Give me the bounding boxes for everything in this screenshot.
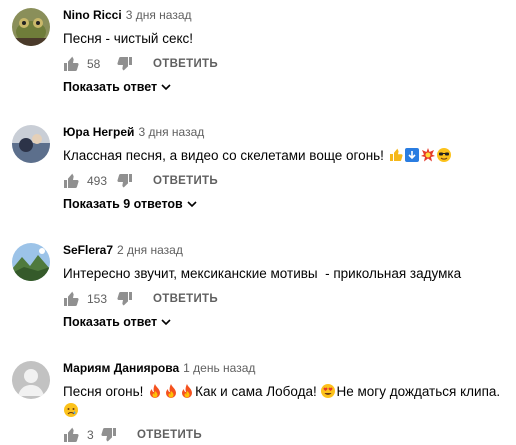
comment-toolbar: 153 ОТВЕТИТЬ <box>63 289 218 309</box>
comment-text-part: Как и сама Лобода! <box>195 384 317 399</box>
comment-text: Песня - чистый секс! <box>63 31 194 46</box>
chevron-down-icon <box>161 84 171 91</box>
thumbs-up-emoji-icon <box>389 148 403 161</box>
author-name[interactable]: Мариям Даниярова <box>63 361 179 375</box>
comment-text-part: Песня огонь! <box>63 384 144 399</box>
frog-avatar[interactable] <box>12 8 50 46</box>
author-name[interactable]: Nino Ricci <box>63 8 122 22</box>
comment-toolbar: 493 ОТВЕТИТЬ <box>63 171 218 191</box>
sunglasses-face-icon <box>436 148 451 162</box>
comment-time[interactable]: 2 дня назад <box>117 243 183 257</box>
reply-button[interactable]: ОТВЕТИТЬ <box>153 175 218 187</box>
comment-time[interactable]: 3 дня назад <box>126 8 192 22</box>
like-count: 493 <box>87 174 108 188</box>
thumbs-up-icon[interactable] <box>63 291 79 307</box>
author-name[interactable]: SeFlera7 <box>63 243 113 257</box>
fire-icon <box>182 384 193 398</box>
sad-face-icon <box>64 403 78 417</box>
thumbs-up-icon[interactable] <box>63 427 79 443</box>
comment-text-part: Не могу дождаться клипа. <box>336 384 501 399</box>
author-name[interactable]: Юра Негрей <box>63 125 134 139</box>
show-replies-button[interactable]: Показать ответ <box>63 80 172 94</box>
show-replies-label: Показать ответ <box>63 80 158 94</box>
thumbs-up-icon[interactable] <box>63 56 79 72</box>
blue-arrow-square-icon <box>404 148 419 162</box>
comment-toolbar: 58 ОТВЕТИТЬ <box>63 54 218 74</box>
reply-button[interactable]: ОТВЕТИТЬ <box>153 293 218 305</box>
landscape-avatar[interactable] <box>12 243 50 281</box>
show-replies-label: Показать ответ <box>63 315 158 329</box>
like-count: 3 <box>87 428 94 442</box>
collision-icon <box>420 148 435 162</box>
reply-button[interactable]: ОТВЕТИТЬ <box>137 429 202 441</box>
thumbs-down-icon[interactable] <box>101 427 117 443</box>
show-replies-label: Показать 9 ответов <box>63 197 183 211</box>
thumbs-down-icon[interactable] <box>117 173 133 189</box>
chevron-down-icon <box>161 319 171 326</box>
comment-text: Классная песня, а видео со скелетами вощ… <box>63 146 510 165</box>
default-user-avatar[interactable] <box>12 361 50 399</box>
thumbs-down-icon[interactable] <box>117 56 133 72</box>
fire-icon <box>166 384 177 398</box>
like-count: 153 <box>87 292 108 306</box>
comment-toolbar: 3 ОТВЕТИТЬ <box>63 425 202 445</box>
comment-time[interactable]: 3 дня назад <box>138 125 204 139</box>
comment-time[interactable]: 1 день назад <box>183 361 255 375</box>
like-count: 58 <box>87 57 101 71</box>
comment-text: Песня огонь! Как и сама Лобода! Не могу … <box>63 382 510 420</box>
reply-button[interactable]: ОТВЕТИТЬ <box>153 58 218 70</box>
thumbs-up-icon[interactable] <box>63 173 79 189</box>
thumbs-down-icon[interactable] <box>117 291 133 307</box>
comment-text: Интересно звучит, мексиканские мотивы - … <box>63 266 462 281</box>
show-replies-button[interactable]: Показать 9 ответов <box>63 197 198 211</box>
comment-text-body: Классная песня, а видео со скелетами вощ… <box>63 148 384 163</box>
fire-icon <box>150 384 161 398</box>
heart-eyes-icon <box>321 384 336 398</box>
photo-avatar[interactable] <box>12 125 50 163</box>
show-replies-button[interactable]: Показать ответ <box>63 315 172 329</box>
chevron-down-icon <box>187 201 197 208</box>
